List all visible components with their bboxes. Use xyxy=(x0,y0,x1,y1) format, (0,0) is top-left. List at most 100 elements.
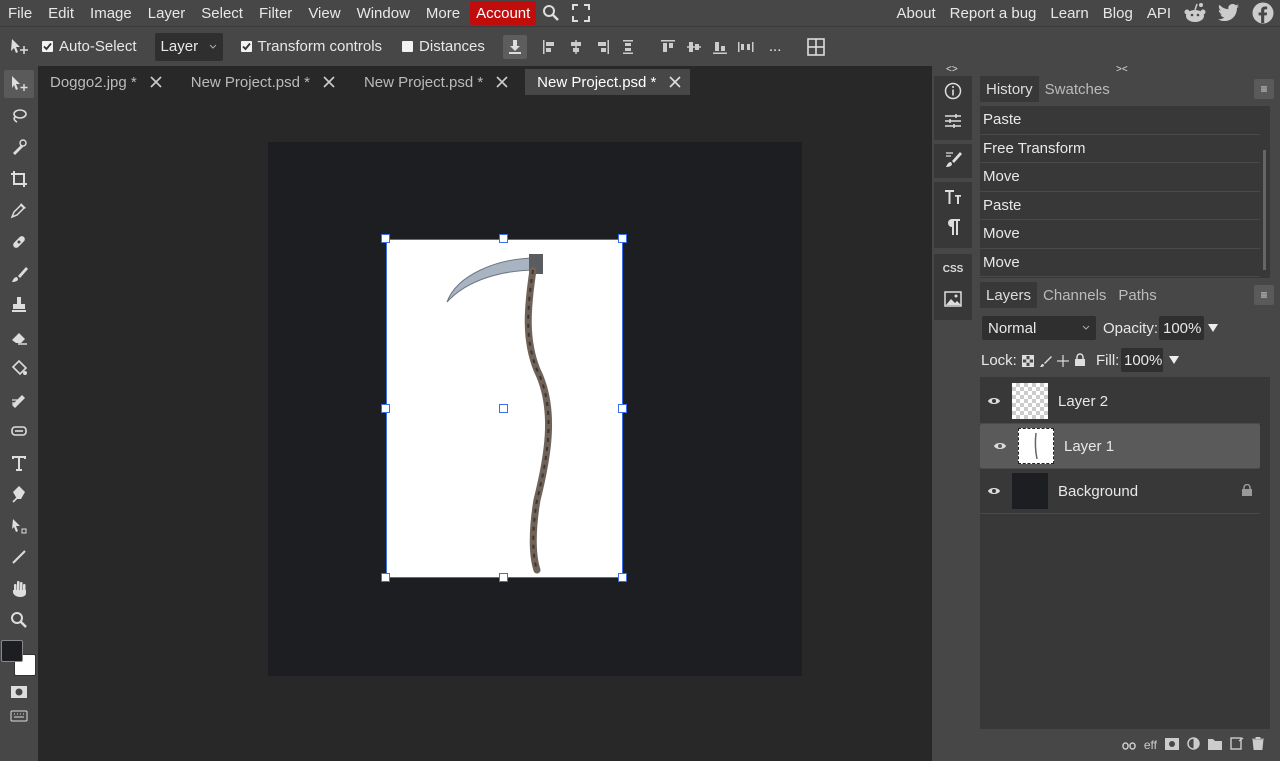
menu-select[interactable]: Select xyxy=(193,0,251,26)
text-tool-icon[interactable] xyxy=(4,449,34,477)
transform-controls-checkbox[interactable] xyxy=(240,41,252,52)
history-item[interactable]: Free Transform xyxy=(980,135,1260,163)
new-layer-icon[interactable] xyxy=(1230,737,1244,753)
menu-layer[interactable]: Layer xyxy=(140,0,194,26)
document-tab[interactable]: New Project.psd * xyxy=(352,69,517,95)
reddit-icon[interactable] xyxy=(1178,0,1212,26)
quick-select-tool-icon[interactable] xyxy=(4,133,34,161)
align-right-icon[interactable] xyxy=(589,33,615,61)
link-layers-icon[interactable] xyxy=(1122,737,1136,753)
transform-handle[interactable] xyxy=(381,234,390,243)
css-button[interactable]: CSS xyxy=(934,254,972,284)
align-bottom-icon[interactable] xyxy=(707,33,733,61)
crop-tool-icon[interactable] xyxy=(4,165,34,193)
blur-tool-icon[interactable] xyxy=(4,386,34,414)
fill-tool-icon[interactable] xyxy=(4,354,34,382)
paragraph-icon[interactable] xyxy=(934,212,972,242)
eraser-tool-icon[interactable] xyxy=(4,323,34,351)
fullscreen-icon[interactable] xyxy=(566,0,596,26)
lock-position-icon[interactable] xyxy=(1057,354,1069,370)
foreground-color-swatch[interactable] xyxy=(1,640,23,662)
lock-pixels-icon[interactable] xyxy=(1040,354,1052,370)
move-tool-icon[interactable] xyxy=(6,33,32,61)
align-top-icon[interactable] xyxy=(655,33,681,61)
opacity-input[interactable]: 100% xyxy=(1159,316,1204,340)
transform-handle[interactable] xyxy=(381,573,390,582)
eye-icon[interactable] xyxy=(986,441,1014,451)
link-blog[interactable]: Blog xyxy=(1096,0,1140,26)
add-mask-icon[interactable] xyxy=(1165,737,1179,753)
transform-handle[interactable] xyxy=(381,404,390,413)
history-panel-menu-icon[interactable]: ≡ xyxy=(1254,79,1274,99)
link-about[interactable]: About xyxy=(889,0,942,26)
auto-select-option[interactable]: Auto-Select xyxy=(42,38,137,55)
tab-history[interactable]: History xyxy=(980,76,1039,102)
lasso-tool-icon[interactable] xyxy=(4,102,34,130)
document-tab[interactable]: New Project.psd * xyxy=(179,69,344,95)
close-icon[interactable] xyxy=(149,75,163,89)
document-tab[interactable]: Doggo2.jpg * xyxy=(38,69,171,95)
path-select-tool-icon[interactable] xyxy=(4,512,34,540)
history-scrollbar[interactable] xyxy=(1260,106,1270,278)
menu-window[interactable]: Window xyxy=(349,0,418,26)
link-learn[interactable]: Learn xyxy=(1043,0,1095,26)
brush-settings-icon[interactable] xyxy=(934,144,972,174)
transform-handle[interactable] xyxy=(499,234,508,243)
align-center-h-icon[interactable] xyxy=(563,33,589,61)
keyboard-icon[interactable] xyxy=(4,702,34,730)
search-icon[interactable] xyxy=(536,0,566,26)
zoom-tool-icon[interactable] xyxy=(4,606,34,634)
close-icon[interactable] xyxy=(668,75,682,89)
layer-row[interactable]: Background xyxy=(980,469,1260,514)
transform-handle[interactable] xyxy=(618,573,627,582)
history-item[interactable]: Move xyxy=(980,220,1260,249)
menu-more[interactable]: More xyxy=(418,0,468,26)
menu-file[interactable]: File xyxy=(0,0,40,26)
adjustment-layer-icon[interactable] xyxy=(1187,737,1200,753)
eye-icon[interactable] xyxy=(980,486,1008,496)
collapse-panels-toggle[interactable]: >< xyxy=(1116,64,1128,75)
effects-button[interactable]: eff xyxy=(1144,738,1157,752)
tab-channels[interactable]: Channels xyxy=(1037,282,1112,308)
move-tool[interactable] xyxy=(4,70,34,98)
character-icon[interactable] xyxy=(934,182,972,212)
opacity-dropdown-arrow-icon[interactable] xyxy=(1207,321,1219,337)
grid-icon[interactable] xyxy=(803,33,829,61)
distances-option[interactable]: Distances xyxy=(402,38,485,55)
history-item[interactable]: Paste xyxy=(980,106,1260,135)
close-icon[interactable] xyxy=(322,75,336,89)
align-middle-v-icon[interactable] xyxy=(681,33,707,61)
dodge-tool-icon[interactable] xyxy=(4,417,34,445)
lock-all-icon[interactable] xyxy=(1074,353,1086,369)
pen-tool-icon[interactable] xyxy=(4,480,34,508)
layer-row[interactable]: Layer 2 xyxy=(980,379,1260,424)
folder-icon[interactable] xyxy=(1208,737,1222,753)
delete-layer-icon[interactable] xyxy=(1252,736,1264,753)
eyedropper-tool-icon[interactable] xyxy=(4,196,34,224)
history-item[interactable]: Move xyxy=(980,163,1260,192)
brush-tool-icon[interactable] xyxy=(4,260,34,288)
healing-tool-icon[interactable] xyxy=(4,228,34,256)
menu-edit[interactable]: Edit xyxy=(40,0,82,26)
tab-layers[interactable]: Layers xyxy=(980,282,1038,308)
account-button[interactable]: Account xyxy=(470,1,537,25)
transform-controls-option[interactable]: Transform controls xyxy=(240,38,382,55)
stamp-tool-icon[interactable] xyxy=(4,291,34,319)
distribute-h-icon[interactable] xyxy=(615,33,641,61)
facebook-icon[interactable] xyxy=(1246,0,1280,26)
twitter-icon[interactable] xyxy=(1212,0,1246,26)
distribute-v-icon[interactable] xyxy=(733,33,759,61)
auto-select-target-dropdown[interactable]: Layer xyxy=(154,32,223,61)
link-report-bug[interactable]: Report a bug xyxy=(943,0,1044,26)
line-tool-icon[interactable] xyxy=(4,543,34,571)
tab-swatches[interactable]: Swatches xyxy=(1039,76,1116,102)
layer-row-selected[interactable]: Layer 1 xyxy=(980,424,1260,469)
layers-scrollbar[interactable] xyxy=(1260,377,1270,729)
download-icon[interactable] xyxy=(502,34,527,59)
transform-center-handle[interactable] xyxy=(499,404,508,413)
adjustments-icon[interactable] xyxy=(934,106,972,136)
distances-checkbox[interactable] xyxy=(402,41,414,52)
blend-mode-dropdown[interactable]: Normal xyxy=(982,316,1096,340)
lock-transparency-icon[interactable] xyxy=(1022,354,1034,370)
more-align-button[interactable]: ... xyxy=(769,38,782,55)
